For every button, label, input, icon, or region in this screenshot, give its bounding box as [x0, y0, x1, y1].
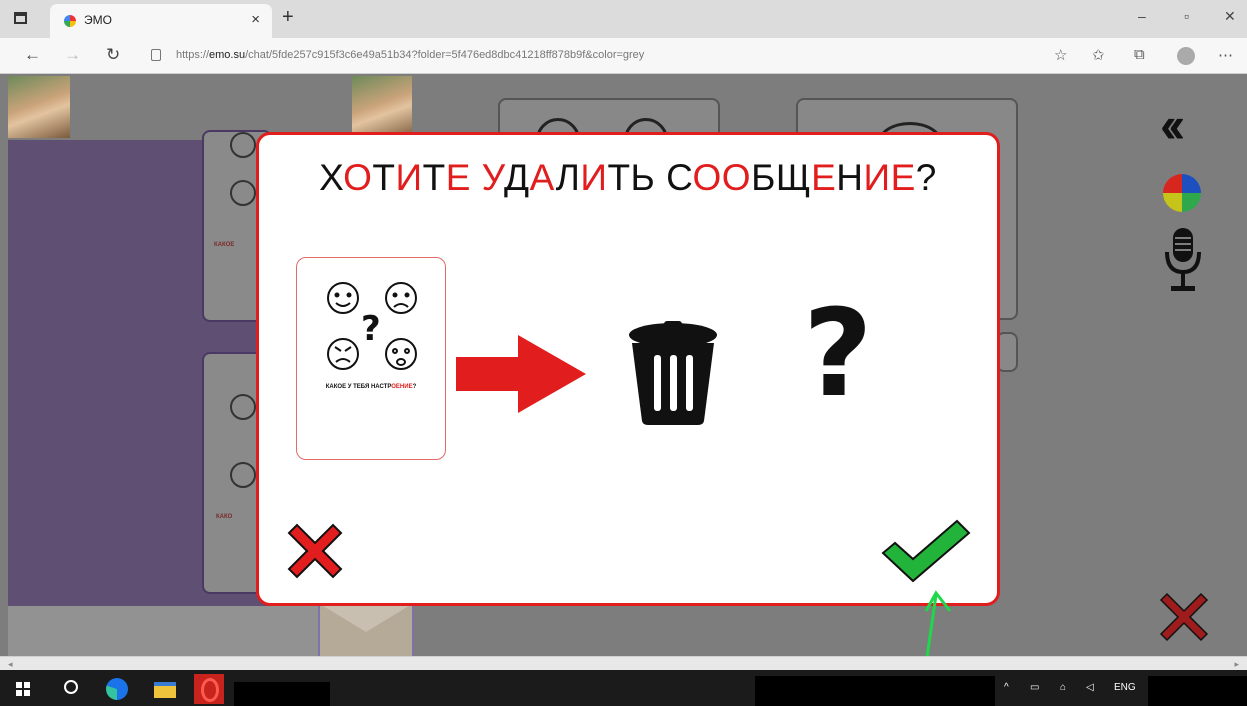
title-segment: Л — [555, 157, 581, 198]
confirm-button[interactable] — [881, 519, 971, 585]
restore-button[interactable]: ▫ — [1184, 8, 1189, 24]
horizontal-scrollbar[interactable]: ◂ ▸ — [0, 656, 1247, 670]
message-card-caption: КАКО — [216, 514, 233, 520]
favorites-icon[interactable]: ✩ — [1092, 46, 1105, 64]
volume-icon[interactable]: ◁ — [1086, 682, 1094, 693]
address-bar[interactable]: https://emo.su/chat/5fde257c915f3c6e49a5… — [176, 49, 644, 61]
send-envelope-icon[interactable] — [318, 602, 414, 656]
browser-navbar: ← → ↻ https://emo.su/chat/5fde257c915f3c… — [0, 38, 1247, 74]
new-tab-button[interactable]: + — [282, 6, 294, 29]
title-segment: Н — [836, 157, 864, 198]
delete-message-dialog: ХОТИТЕ УДАЛИТЬ СООБЩЕНИЕ? ? КАКОЕ У ТЕБЯ… — [256, 132, 1000, 606]
network-icon[interactable]: ⌂ — [1060, 682, 1066, 693]
smiley-icon — [230, 132, 256, 158]
title-segment: Е — [811, 157, 837, 198]
double-chevron-left-icon[interactable]: ‹‹ — [1160, 100, 1185, 150]
url-prefix: https:// — [176, 49, 210, 61]
title-segment: Д — [504, 157, 530, 198]
browser-tabbar: ЭМО × + – ▫ ✕ — [0, 0, 1247, 38]
scroll-right-icon[interactable]: ▸ — [1234, 659, 1239, 670]
refresh-button[interactable]: ↻ — [106, 45, 120, 65]
title-segment: О — [343, 157, 373, 198]
collections-icon[interactable]: ⧉ — [1134, 46, 1145, 63]
user-avatar-photo[interactable] — [8, 76, 70, 138]
dialog-title: ХОТИТЕ УДАЛИТЬ СООБЩЕНИЕ? — [259, 157, 997, 199]
language-indicator[interactable]: ENG — [1114, 682, 1136, 693]
more-menu-icon[interactable]: ⋯ — [1218, 46, 1233, 64]
color-wheel-icon[interactable] — [1163, 174, 1201, 212]
title-segment: ТЬ С — [607, 157, 693, 198]
opera-browser-icon[interactable] — [194, 674, 224, 704]
title-segment: ИЕ — [863, 157, 916, 198]
tab-favicon-icon — [64, 15, 76, 27]
title-segment: Е — [445, 157, 471, 198]
title-segment: Т — [422, 157, 446, 198]
message-card-caption: КАКОЕ — [214, 242, 235, 248]
tab-close-button[interactable]: × — [251, 11, 260, 28]
question-mark: ? — [803, 285, 873, 424]
title-segment: А — [529, 157, 556, 198]
cancel-button[interactable] — [281, 517, 349, 585]
trash-can-icon — [629, 321, 717, 425]
scroll-left-icon[interactable]: ◂ — [8, 659, 13, 670]
title-segment: ОО — [692, 157, 752, 198]
redacted-area — [755, 676, 995, 706]
minimize-button[interactable]: – — [1138, 8, 1146, 24]
message-preview-card: ? КАКОЕ У ТЕБЯ НАСТРОЕНИЕ? — [296, 257, 446, 460]
tab-title: ЭМО — [84, 13, 112, 27]
url-path: /chat/5fde257c915f3c6e49a51b34?folder=5f… — [245, 49, 645, 61]
lock-icon — [151, 49, 161, 61]
emotion-faces-icon: ? — [327, 282, 417, 370]
add-favorite-icon[interactable]: ☆ — [1054, 46, 1067, 64]
microphone-icon[interactable] — [1163, 228, 1203, 298]
windows-taskbar: ^ ▭ ⌂ ◁ ENG — [0, 670, 1247, 706]
contact-avatar-photo[interactable] — [352, 76, 412, 138]
sad-face-icon — [230, 462, 256, 488]
title-segment: И — [395, 157, 423, 198]
url-domain: emo.su — [209, 49, 246, 61]
search-icon[interactable] — [64, 680, 78, 694]
redacted-area — [234, 682, 330, 706]
smiley-icon — [230, 394, 256, 420]
title-segment: БЩ — [751, 157, 812, 198]
close-window-button[interactable]: ✕ — [1224, 8, 1236, 25]
title-segment: И — [580, 157, 608, 198]
battery-icon[interactable]: ▭ — [1030, 682, 1039, 693]
forward-button[interactable]: → — [64, 45, 81, 65]
title-segment — [471, 157, 482, 198]
title-segment: У — [481, 157, 505, 198]
profile-avatar[interactable] — [1177, 47, 1195, 65]
svg-text:?: ? — [361, 309, 381, 349]
input-strip — [8, 606, 318, 656]
window-menu-icon[interactable] — [14, 12, 27, 24]
tray-chevron-icon[interactable]: ^ — [1004, 682, 1009, 693]
redacted-area — [1148, 676, 1247, 706]
file-explorer-icon[interactable] — [154, 682, 176, 698]
title-segment: Т — [372, 157, 396, 198]
title-segment: ? — [915, 157, 937, 198]
back-button[interactable]: ← — [24, 45, 41, 65]
close-chat-x-icon[interactable] — [1153, 586, 1215, 648]
sad-face-icon — [230, 180, 256, 206]
red-arrow-icon — [456, 335, 586, 413]
browser-tab[interactable]: ЭМО × — [50, 4, 272, 38]
preview-card-caption: КАКОЕ У ТЕБЯ НАСТРОЕНИЕ? — [325, 384, 417, 390]
edge-browser-icon[interactable] — [106, 678, 128, 700]
title-segment: Х — [319, 157, 344, 198]
screen: ЭМО × + – ▫ ✕ ← → ↻ https://emo.su/chat/… — [0, 0, 1247, 706]
start-button[interactable] — [16, 682, 30, 696]
